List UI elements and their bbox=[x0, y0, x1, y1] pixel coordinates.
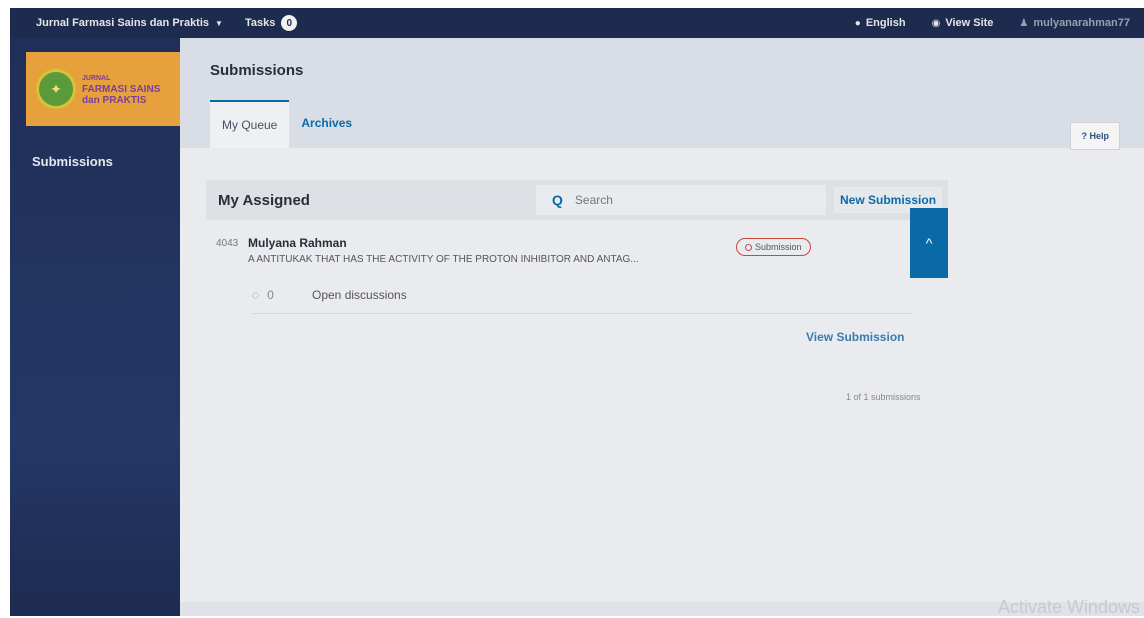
search-box: Q bbox=[536, 185, 826, 215]
comment-icon: ◌ bbox=[252, 287, 260, 302]
journal-logo[interactable]: ✦ JURNAL FARMASI SAINS dan PRAKTIS bbox=[26, 52, 180, 126]
stage-label: Submission bbox=[755, 242, 802, 252]
language-selector[interactable]: ● English bbox=[855, 17, 906, 29]
stage-dot-icon bbox=[745, 243, 752, 251]
page-header: Submissions My Queue Archives ? Help bbox=[180, 38, 1144, 150]
submission-id: 4043 bbox=[216, 238, 239, 249]
tab-bar: My Queue Archives bbox=[210, 100, 364, 148]
location-pin-icon: ● bbox=[854, 17, 861, 29]
eye-icon: ◉ bbox=[931, 17, 941, 29]
pagination-info: 1 of 1 submissions bbox=[846, 392, 921, 402]
submission-author: Mulyana Rahman bbox=[248, 236, 347, 250]
view-site-link[interactable]: ◉ View Site bbox=[932, 17, 994, 29]
caret-down-icon: ▼ bbox=[215, 18, 223, 28]
logo-text: JURNAL FARMASI SAINS dan PRAKTIS bbox=[82, 73, 160, 106]
view-submission-link[interactable]: View Submission bbox=[806, 330, 904, 344]
sidebar: ✦ JURNAL FARMASI SAINS dan PRAKTIS Submi… bbox=[10, 38, 180, 616]
tasks-count-badge: 0 bbox=[281, 15, 298, 31]
panel-title: My Assigned bbox=[218, 191, 310, 209]
search-input[interactable] bbox=[574, 193, 775, 207]
tasks-label: Tasks bbox=[244, 17, 276, 29]
screen: Jurnal Farmasi Sains dan Praktis ▼ Tasks… bbox=[10, 8, 1144, 616]
user-icon: ♟ bbox=[1019, 17, 1029, 29]
tab-archives[interactable]: Archives bbox=[289, 100, 364, 148]
logo-line-1: JURNAL bbox=[82, 74, 111, 82]
logo-emblem-icon: ✦ bbox=[36, 69, 76, 109]
open-discussions-label: Open discussions bbox=[312, 287, 407, 302]
activate-windows-watermark: Activate Windows bbox=[997, 597, 1140, 616]
page-title: Submissions bbox=[210, 62, 304, 79]
discussions-row: ◌ 0 Open discussions bbox=[252, 276, 912, 314]
tab-my-queue[interactable]: My Queue bbox=[210, 100, 290, 148]
logo-line-2: FARMASI SAINS bbox=[82, 83, 161, 95]
top-navbar: Jurnal Farmasi Sains dan Praktis ▼ Tasks… bbox=[10, 8, 1144, 38]
stage-badge: Submission bbox=[736, 238, 811, 256]
language-label: English bbox=[865, 17, 906, 29]
help-icon: ? bbox=[1081, 131, 1087, 141]
user-menu[interactable]: ♟ mulyanarahman77 bbox=[1019, 17, 1130, 29]
help-button[interactable]: ? Help bbox=[1070, 122, 1120, 150]
view-site-label: View Site bbox=[945, 17, 994, 29]
sidebar-item-submissions[interactable]: Submissions bbox=[32, 154, 113, 169]
submission-title: A ANTITUKAK THAT HAS THE ACTIVITY OF THE… bbox=[248, 254, 639, 265]
search-icon: Q bbox=[552, 192, 563, 208]
tasks-button[interactable]: Tasks 0 bbox=[244, 15, 298, 31]
panel-header: My Assigned Q New Submission bbox=[206, 180, 948, 220]
journal-name: Jurnal Farmasi Sains dan Praktis bbox=[36, 17, 210, 29]
help-label: Help bbox=[1089, 131, 1109, 141]
journal-switcher[interactable]: Jurnal Farmasi Sains dan Praktis ▼ bbox=[36, 17, 223, 29]
my-assigned-panel: My Assigned Q New Submission 4043 Mulyan… bbox=[206, 180, 948, 470]
logo-line-3: dan PRAKTIS bbox=[82, 94, 147, 106]
collapse-toggle-button[interactable]: ^ bbox=[910, 208, 948, 278]
discussion-count: 0 bbox=[267, 287, 274, 302]
chevron-up-icon: ^ bbox=[925, 235, 933, 251]
discussion-counter: ◌ 0 bbox=[252, 288, 302, 302]
username-label: mulyanarahman77 bbox=[1033, 17, 1130, 29]
